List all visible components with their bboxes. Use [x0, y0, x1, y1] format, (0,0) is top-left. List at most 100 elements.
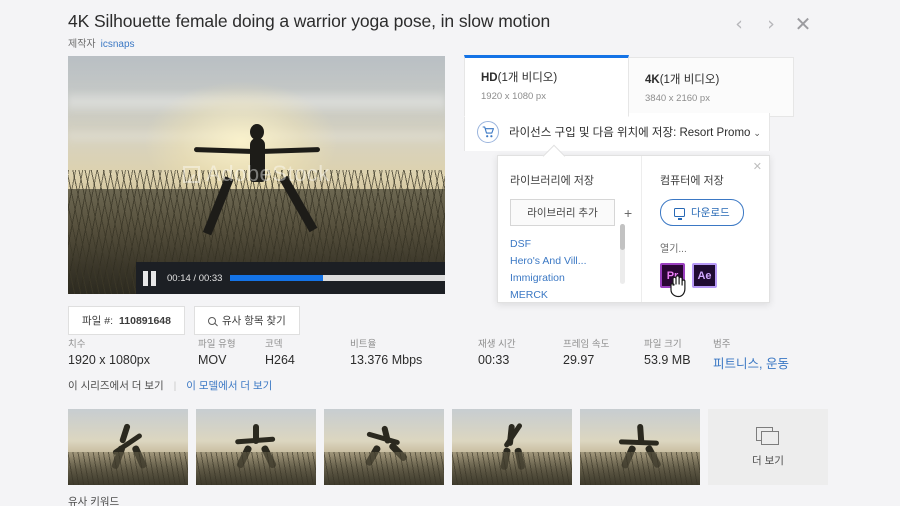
spec-key: 비트율: [350, 336, 478, 350]
spec-key: 파일 크기: [644, 336, 713, 350]
next-icon[interactable]: ›: [762, 14, 780, 34]
tab-hd[interactable]: HD(1개 비디오) 1920 x 1080 px: [464, 55, 629, 117]
thumbnail-item[interactable]: [580, 409, 700, 485]
find-similar-label: 유사 항목 찾기: [222, 313, 286, 328]
thumbnail-grass: [452, 452, 572, 485]
adobe-stock-watermark: AdobeStock: [68, 161, 445, 187]
video-preview[interactable]: AdobeStock 00:14 / 00:33 1x: [68, 56, 445, 294]
tab-4k-count: (1개 비디오): [660, 74, 720, 86]
thumbnail-grass: [196, 452, 316, 485]
tab-hd-count: (1개 비디오): [498, 72, 558, 84]
save-to-computer-column: 컴퓨터에 저장 다운로드 열기... Pr Ae: [641, 156, 769, 302]
license-label: 라이선스 구입 및 다음 위치에 저장: Resort Promo⌄: [509, 124, 761, 140]
spec-item: 코덱 H264: [265, 336, 350, 372]
spec-item: 파일 유형 MOV: [198, 336, 265, 372]
tab-hd-resolution: 1920 x 1080 px: [481, 91, 612, 102]
save-to-library-column: 라이브러리에 저장 라이브러리 추가 + DSFHero's And Vill.…: [498, 156, 641, 302]
tab-4k-name: 4K: [645, 74, 660, 86]
spec-item: 범주피트니스, 운동: [713, 336, 823, 372]
mouse-cursor: [667, 274, 687, 298]
save-options-dropdown: ✕ 라이브러리에 저장 라이브러리 추가 + DSFHero's And Vil…: [497, 155, 770, 303]
license-row[interactable]: 라이선스 구입 및 다음 위치에 저장: Resort Promo⌄: [464, 113, 770, 151]
byline: 제작자icsnaps: [68, 35, 135, 50]
spec-value: 53.9 MB: [644, 353, 713, 367]
spec-value: 29.97: [563, 353, 644, 367]
add-library-button[interactable]: 라이브러리 추가: [510, 199, 615, 226]
more-links: 이 시리즈에서 더 보기 | 이 모델에서 더 보기: [68, 378, 272, 393]
progress-bar[interactable]: [230, 275, 445, 281]
file-specs: 치수 1920 x 1080px파일 유형 MOV코덱 H264비트율 13.376 M…: [68, 336, 823, 372]
author-link[interactable]: icsnaps: [101, 39, 135, 50]
similar-keywords-heading: 유사 키워드: [68, 494, 119, 506]
more-in-series-link[interactable]: 이 시리즈에서 더 보기: [68, 380, 164, 392]
spec-key: 범주: [713, 336, 823, 350]
video-player-controls: 00:14 / 00:33 1x: [136, 262, 445, 294]
yoga-silhouette: [182, 132, 332, 250]
spec-item: 재생 시간 00:33: [478, 336, 563, 372]
file-id-button[interactable]: 파일 #: 110891648: [68, 306, 185, 335]
tab-4k-resolution: 3840 x 2160 px: [645, 93, 777, 104]
open-with-label: 열기...: [660, 240, 769, 255]
adobe-logo-icon: [183, 166, 200, 183]
download-label: 다운로드: [691, 205, 730, 220]
library-heading: 라이브러리에 저장: [510, 172, 641, 188]
navigation-icons: ‹ › ✕: [730, 14, 812, 34]
computer-heading: 컴퓨터에 저장: [660, 172, 769, 188]
spec-value: 00:33: [478, 353, 563, 367]
spec-item: 파일 크기 53.9 MB: [644, 336, 713, 372]
spec-key: 치수: [68, 336, 198, 350]
thumbnail-grass: [580, 452, 700, 485]
dropdown-close-icon[interactable]: ✕: [753, 160, 762, 173]
spec-item: 프레임 속도 29.97: [563, 336, 644, 372]
tab-hd-name: HD: [481, 72, 498, 84]
license-text: 라이선스 구입 및 다음 위치에 저장: Resort Promo: [509, 127, 750, 139]
app-icons: Pr Ae: [660, 263, 769, 288]
link-separator: |: [174, 380, 177, 392]
stock-asset-detail-page: 4K Silhouette female doing a warrior yog…: [0, 0, 900, 506]
time-display: 00:14 / 00:33: [167, 273, 222, 284]
previous-icon[interactable]: ‹: [730, 14, 748, 34]
spec-key: 재생 시간: [478, 336, 563, 350]
spec-key: 프레임 속도: [563, 336, 644, 350]
spec-item: 비트율 13.376 Mbps: [350, 336, 478, 372]
spec-value: MOV: [198, 353, 265, 367]
library-list-item[interactable]: MERCK: [510, 289, 641, 301]
thumbnail-item[interactable]: [196, 409, 316, 485]
spec-item: 치수 1920 x 1080px: [68, 336, 198, 372]
pause-button[interactable]: [143, 271, 159, 286]
watermark-text: AdobeStock: [206, 161, 330, 186]
plus-icon[interactable]: +: [624, 205, 632, 221]
tab-4k[interactable]: 4K(1개 비디오) 3840 x 2160 px: [629, 57, 794, 117]
file-id-value: 110891648: [119, 315, 171, 327]
monitor-icon: [674, 208, 685, 217]
stack-icon: [756, 427, 780, 446]
file-id-label: 파일 #:: [82, 313, 113, 328]
more-from-model-link[interactable]: 이 모델에서 더 보기: [186, 380, 272, 392]
spec-value: 1920 x 1080px: [68, 353, 198, 367]
cart-icon: [477, 121, 499, 143]
find-similar-button[interactable]: 유사 항목 찾기: [194, 306, 300, 335]
progress-fill: [230, 275, 323, 281]
spec-value[interactable]: 피트니스, 운동: [713, 353, 823, 372]
spec-key: 코덱: [265, 336, 350, 350]
thumbnail-item[interactable]: [452, 409, 572, 485]
add-library-row: 라이브러리 추가 +: [510, 199, 641, 226]
after-effects-icon[interactable]: Ae: [692, 263, 717, 288]
thumbnail-grass: [68, 452, 188, 485]
close-icon[interactable]: ✕: [794, 14, 812, 34]
thumbnail-item[interactable]: [68, 409, 188, 485]
meta-buttons: 파일 #: 110891648 유사 항목 찾기: [68, 306, 300, 335]
see-more-label: 더 보기: [752, 453, 784, 468]
spec-value: H264: [265, 353, 350, 367]
page-title: 4K Silhouette female doing a warrior yog…: [68, 11, 550, 32]
chevron-down-icon[interactable]: ⌄: [753, 128, 761, 138]
see-more-tile[interactable]: 더 보기: [708, 409, 828, 485]
spec-key: 파일 유형: [198, 336, 265, 350]
search-icon: [208, 317, 216, 325]
resolution-tabs: HD(1개 비디오) 1920 x 1080 px 4K(1개 비디오) 384…: [464, 55, 794, 117]
library-scrollbar[interactable]: [620, 224, 625, 284]
spec-value: 13.376 Mbps: [350, 353, 478, 367]
download-button[interactable]: 다운로드: [660, 199, 744, 226]
thumbnail-grass: [324, 452, 444, 485]
thumbnail-item[interactable]: [324, 409, 444, 485]
